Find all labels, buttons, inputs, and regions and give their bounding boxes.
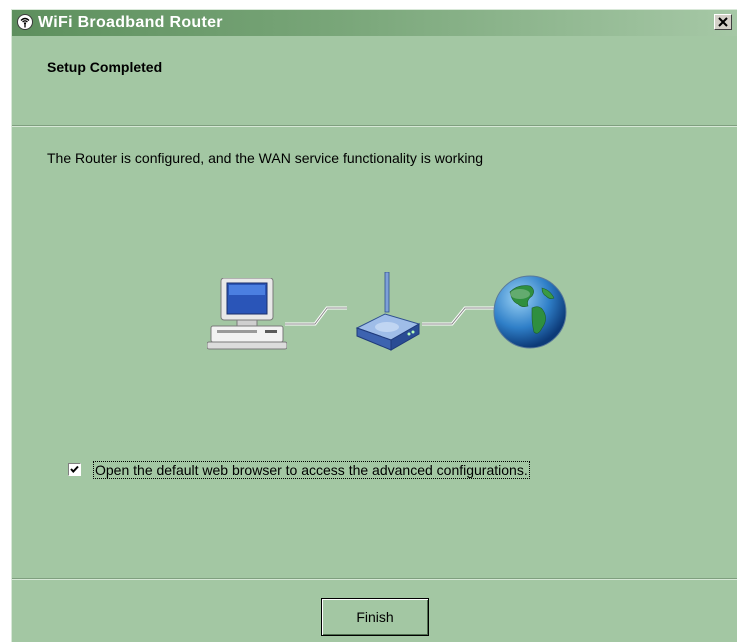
wifi-antenna-icon <box>17 14 33 30</box>
header-divider <box>12 125 737 127</box>
setup-wizard-window: WiFi Broadband Router Setup Completed Th… <box>11 9 737 642</box>
footer-divider <box>12 578 737 580</box>
open-browser-checkbox[interactable] <box>68 463 81 476</box>
computer-icon <box>206 277 288 355</box>
page-title: Setup Completed <box>47 59 163 75</box>
network-diagram <box>206 271 569 355</box>
open-browser-label[interactable]: Open the default web browser to access t… <box>93 461 530 479</box>
globe-icon <box>492 274 568 355</box>
window-title: WiFi Broadband Router <box>38 14 223 31</box>
finish-button[interactable]: Finish <box>321 598 429 636</box>
status-message: The Router is configured, and the WAN se… <box>47 150 484 166</box>
close-button[interactable] <box>714 14 732 30</box>
router-icon <box>347 271 427 359</box>
title-bar[interactable]: WiFi Broadband Router <box>12 10 737 36</box>
